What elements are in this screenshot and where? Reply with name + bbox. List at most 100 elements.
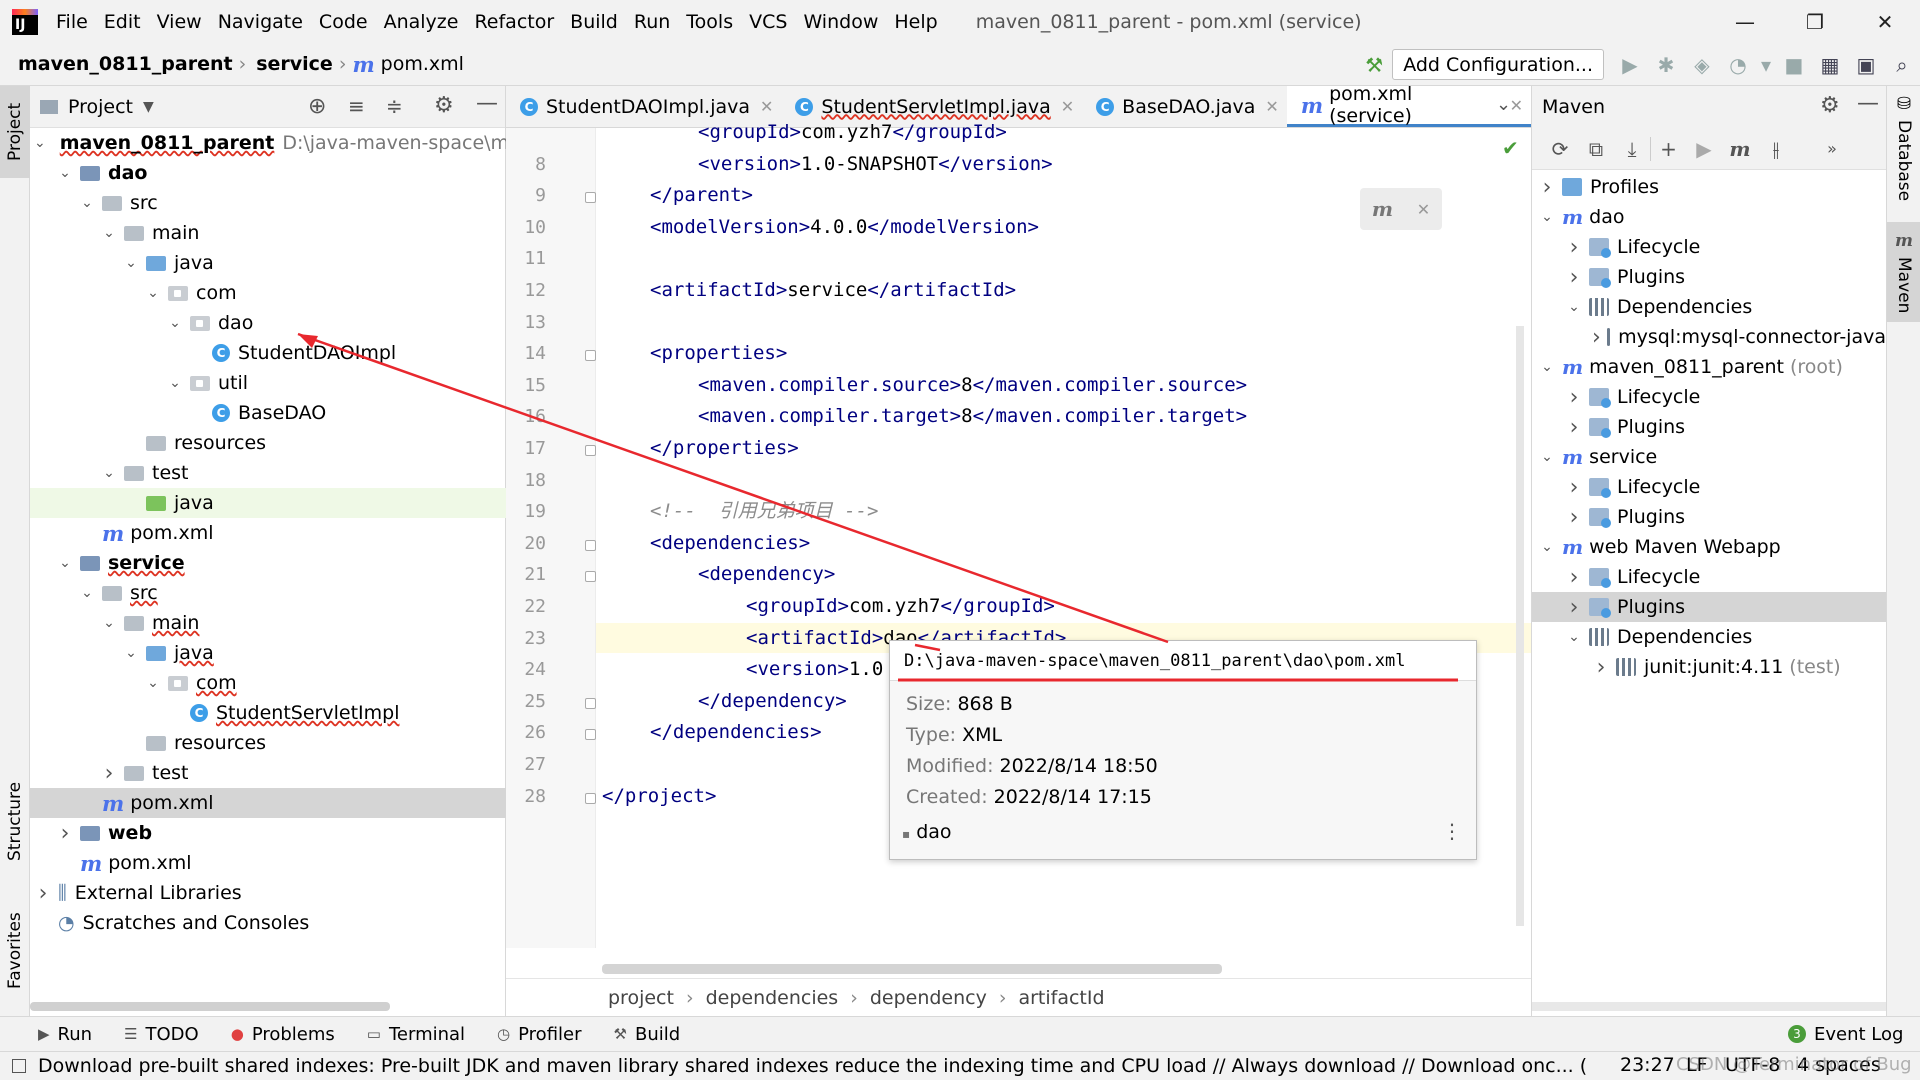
- project-tree-row[interactable]: › ⫼ External Libraries: [30, 878, 506, 908]
- close-icon[interactable]: ✕: [1265, 97, 1278, 116]
- tool-tab-build[interactable]: ⚒ Build: [614, 1024, 681, 1045]
- chevron-down-icon[interactable]: ⌄: [100, 615, 118, 631]
- code-line[interactable]: [596, 307, 1531, 337]
- chevron-down-icon[interactable]: ⌄: [1496, 94, 1511, 115]
- chevron-down-icon[interactable]: ⌄: [34, 135, 46, 151]
- gear-icon[interactable]: ⚙: [434, 93, 454, 118]
- close-icon[interactable]: ✕: [1061, 97, 1074, 116]
- profile-icon[interactable]: ◔: [1720, 43, 1756, 86]
- expand-all-icon[interactable]: ≡: [348, 94, 365, 118]
- project-tree-row[interactable]: ⌄ src: [30, 578, 506, 608]
- maven-tree-row[interactable]: › mysql:mysql-connector-java: [1532, 322, 1886, 352]
- menu-tools[interactable]: Tools: [678, 11, 741, 33]
- execute-goal-icon[interactable]: m: [1722, 137, 1758, 161]
- close-window-button[interactable]: ✕: [1850, 0, 1920, 43]
- code-line[interactable]: <dependencies>: [596, 528, 1531, 558]
- project-tree-row[interactable]: C StudentDAOImpl: [30, 338, 506, 368]
- nav-crumb-module[interactable]: service: [256, 53, 333, 75]
- stop-icon[interactable]: ■: [1776, 43, 1812, 86]
- horizontal-scrollbar[interactable]: [602, 964, 1222, 974]
- project-tree-row[interactable]: ⌄ maven_0811_parent D:\java-maven-space\ma…: [30, 128, 532, 158]
- chevron-down-icon[interactable]: ⌄: [56, 165, 74, 181]
- code-line[interactable]: <version>1.0-SNAPSHOT</version>: [596, 149, 1531, 179]
- project-tree-row[interactable]: ⌄ com: [30, 278, 506, 308]
- menu-edit[interactable]: Edit: [96, 11, 149, 33]
- code-line[interactable]: </properties>: [596, 433, 1531, 463]
- maven-tree-row[interactable]: › Lifecycle: [1532, 562, 1886, 592]
- debug-icon[interactable]: ✱: [1648, 43, 1684, 86]
- add-icon[interactable]: +: [1650, 136, 1686, 161]
- maven-tree-row[interactable]: › Lifecycle: [1532, 472, 1886, 502]
- search-icon[interactable]: ⌕: [1884, 43, 1920, 86]
- xml-breadcrumb-item[interactable]: dependency: [870, 987, 987, 1009]
- code-line[interactable]: <maven.compiler.source>8</maven.compiler…: [596, 370, 1531, 400]
- fold-marker-icon[interactable]: [585, 539, 596, 551]
- menu-run[interactable]: Run: [626, 11, 678, 33]
- chevron-down-icon[interactable]: ⌄: [1538, 359, 1556, 375]
- close-icon[interactable]: ✕: [1510, 96, 1523, 115]
- project-tree-row[interactable]: ⌄ test: [30, 458, 506, 488]
- maven-tree-row[interactable]: › Lifecycle: [1532, 232, 1886, 262]
- chevron-down-icon[interactable]: ⌄: [1565, 299, 1583, 315]
- gear-icon[interactable]: ⚙: [1820, 93, 1840, 118]
- chevron-right-icon[interactable]: ›: [1592, 325, 1601, 350]
- coverage-icon[interactable]: ◈: [1684, 43, 1720, 86]
- xml-breadcrumb-item[interactable]: artifactId: [1018, 987, 1104, 1009]
- build-hammer-icon[interactable]: ⚒: [1356, 43, 1392, 86]
- chevron-down-icon[interactable]: ⌄: [166, 315, 184, 331]
- project-tree-row[interactable]: › web: [30, 818, 506, 848]
- chevron-down-icon[interactable]: ⌄: [1538, 539, 1556, 555]
- tool-tab-todo[interactable]: ☰ TODO: [124, 1024, 199, 1045]
- chevron-down-icon[interactable]: ⌄: [122, 255, 140, 271]
- project-tree-row[interactable]: ⌄ main: [30, 218, 506, 248]
- project-tree-row[interactable]: › test: [30, 758, 506, 788]
- nav-crumb-file[interactable]: pom.xml: [381, 53, 464, 75]
- chevron-right-icon[interactable]: ›: [1565, 415, 1583, 440]
- maven-tree-row[interactable]: › Profiles: [1532, 172, 1886, 202]
- chevron-right-icon[interactable]: ›: [1565, 385, 1583, 410]
- chevron-right-icon[interactable]: ›: [1565, 595, 1583, 620]
- chevron-right-icon[interactable]: ›: [56, 821, 74, 846]
- chevron-right-icon[interactable]: ›: [100, 761, 118, 786]
- project-tree-row[interactable]: ⌄ main: [30, 608, 506, 638]
- menu-file[interactable]: File: [48, 11, 96, 33]
- status-message[interactable]: Download pre-built shared indexes: Pre-b…: [38, 1055, 1586, 1077]
- chevron-right-icon[interactable]: ›: [1565, 235, 1583, 260]
- fold-marker-icon[interactable]: [585, 445, 596, 456]
- project-tree-row[interactable]: ⌄ java: [30, 638, 506, 668]
- maven-reload-icon[interactable]: m: [1372, 197, 1393, 221]
- fold-marker-icon[interactable]: [585, 697, 596, 709]
- chevron-right-icon[interactable]: ›: [1592, 655, 1610, 680]
- horizontal-scrollbar[interactable]: [1532, 1002, 1887, 1011]
- maven-tree-row[interactable]: ⌄ Dependencies: [1532, 622, 1886, 652]
- more-icon[interactable]: »: [1814, 139, 1850, 158]
- menu-help[interactable]: Help: [886, 11, 945, 33]
- layout-icon[interactable]: ▣: [1848, 43, 1884, 86]
- project-tree-row[interactable]: m pom.xml: [30, 848, 506, 878]
- code-line[interactable]: [596, 243, 1531, 273]
- code-line[interactable]: <!-- 引用兄弟项目 -->: [596, 496, 1531, 526]
- close-icon[interactable]: ✕: [760, 97, 773, 116]
- project-tree-row[interactable]: C BaseDAO: [30, 398, 506, 428]
- chevron-down-icon[interactable]: ⌄: [144, 675, 162, 691]
- chevron-down-icon[interactable]: ⌄: [100, 465, 118, 481]
- maven-tree-row[interactable]: › Lifecycle: [1532, 382, 1886, 412]
- event-log-tab[interactable]: 3 Event Log: [1788, 1024, 1903, 1045]
- maven-tree-row[interactable]: › Plugins: [1532, 412, 1886, 442]
- project-tree-row[interactable]: resources: [30, 728, 506, 758]
- code-line[interactable]: <dependency>: [596, 559, 1531, 589]
- menu-window[interactable]: Window: [795, 11, 886, 33]
- run-icon[interactable]: ▶: [1612, 43, 1648, 86]
- menu-view[interactable]: View: [149, 11, 210, 33]
- code-line[interactable]: <groupId>com.yzh7</groupId>: [596, 117, 1531, 147]
- chevron-right-icon[interactable]: ›: [34, 881, 52, 906]
- menu-analyze[interactable]: Analyze: [376, 11, 467, 33]
- chevron-down-icon[interactable]: ⌄: [78, 585, 96, 601]
- chevron-right-icon[interactable]: ›: [1538, 175, 1556, 200]
- xml-breadcrumb-item[interactable]: project: [608, 987, 674, 1009]
- project-tree-row[interactable]: ⌄ util: [30, 368, 506, 398]
- menu-code[interactable]: Code: [311, 11, 376, 33]
- fold-marker-icon[interactable]: [585, 571, 596, 583]
- code-line[interactable]: [596, 465, 1531, 495]
- structure-tool-tab[interactable]: Structure: [0, 766, 30, 876]
